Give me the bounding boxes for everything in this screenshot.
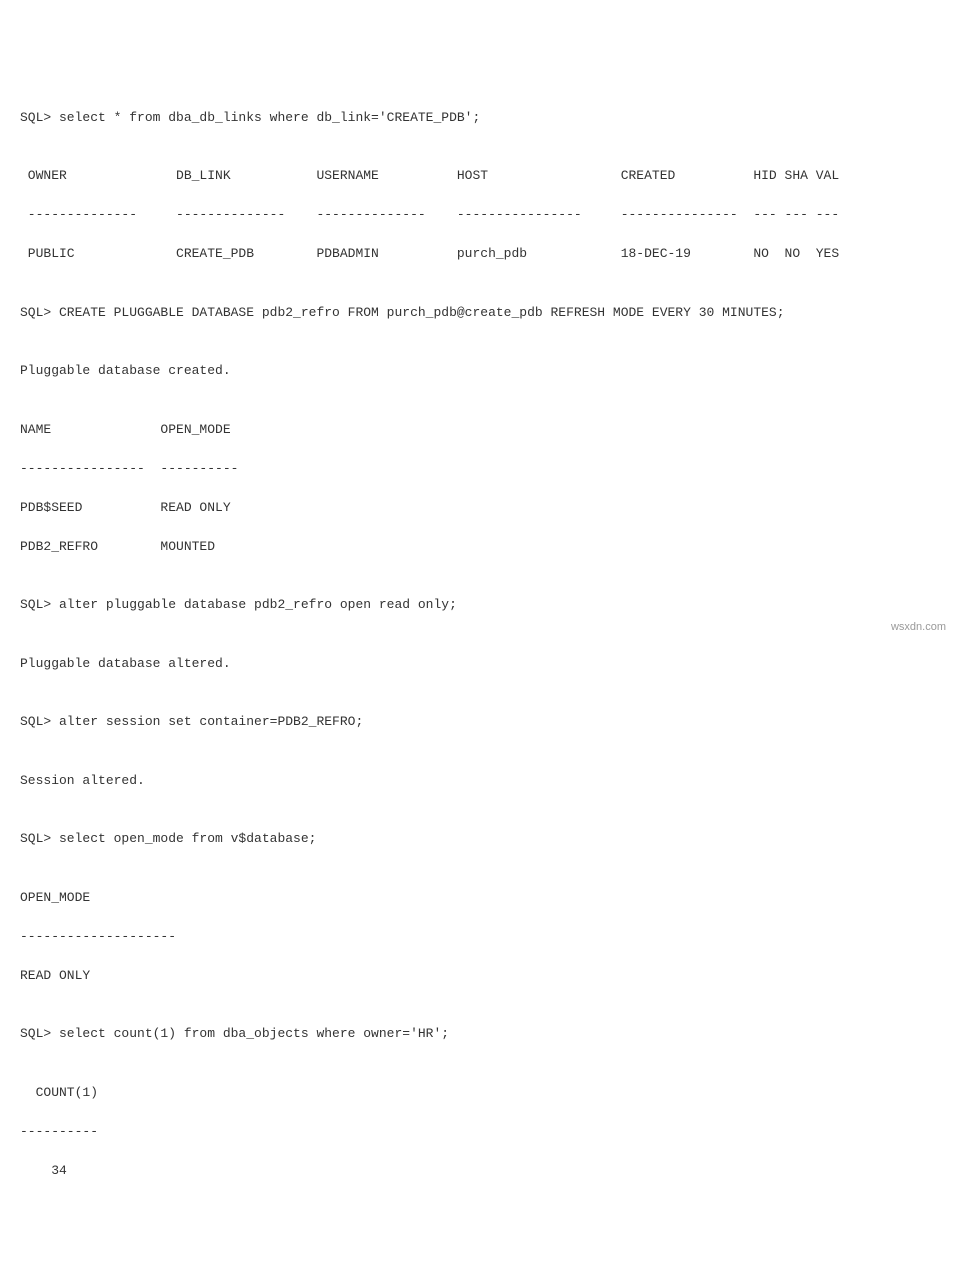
sql-line: SQL> alter pluggable database pdb2_refro…	[20, 595, 936, 615]
table-row: PDB2_REFRO MOUNTED	[20, 537, 936, 557]
status-message: Pluggable database created.	[20, 361, 936, 381]
sql-line: SQL> CREATE PLUGGABLE DATABASE pdb2_refr…	[20, 303, 936, 323]
table-row: READ ONLY	[20, 966, 936, 986]
status-message: Session altered.	[20, 771, 936, 791]
table-row: PDB$SEED READ ONLY	[20, 498, 936, 518]
table-header: COUNT(1)	[20, 1083, 936, 1103]
table-header: OWNER DB_LINK USERNAME HOST CREATED HID …	[20, 166, 936, 186]
table-header: OPEN_MODE	[20, 888, 936, 908]
sql-line: SQL> alter session set container=PDB2_RE…	[20, 712, 936, 732]
table-divider: -------------- -------------- ----------…	[20, 205, 936, 225]
status-message: Pluggable database altered.	[20, 654, 936, 674]
watermark: wsxdn.com	[891, 619, 946, 636]
sql-line: SQL> select * from dba_db_links where db…	[20, 108, 936, 128]
table-divider: ---------------- ----------	[20, 459, 936, 479]
sql-line: SQL> select open_mode from v$database;	[20, 829, 936, 849]
table-divider: ----------	[20, 1122, 936, 1142]
table-row: PUBLIC CREATE_PDB PDBADMIN purch_pdb 18-…	[20, 244, 936, 264]
table-header: NAME OPEN_MODE	[20, 420, 936, 440]
table-divider: --------------------	[20, 927, 936, 947]
terminal-output: SQL> select * from dba_db_links where db…	[20, 88, 936, 1200]
sql-line: SQL> select count(1) from dba_objects wh…	[20, 1024, 936, 1044]
table-row: 34	[20, 1161, 936, 1181]
